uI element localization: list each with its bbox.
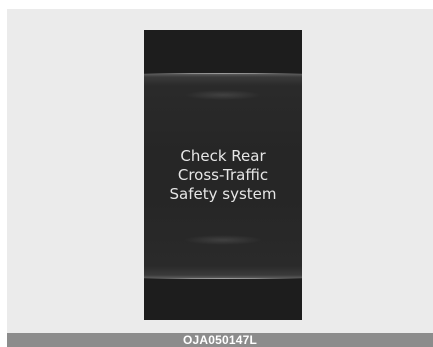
band-glow-bottom (184, 235, 262, 245)
figure-code-caption: OJA050147L (7, 333, 433, 347)
band-bottom-edge (144, 278, 302, 279)
warning-message: Check Rear Cross-Traffic Safety system (144, 147, 302, 204)
warning-message-line: Safety system (169, 185, 277, 203)
band-top-edge (144, 73, 302, 74)
warning-message-line: Cross-Traffic (177, 166, 269, 184)
band-glow-top (184, 90, 262, 100)
warning-message-line: Check Rear (180, 147, 266, 165)
figure-background: Check Rear Cross-Traffic Safety system O… (7, 9, 433, 347)
cluster-display: Check Rear Cross-Traffic Safety system (144, 30, 302, 320)
